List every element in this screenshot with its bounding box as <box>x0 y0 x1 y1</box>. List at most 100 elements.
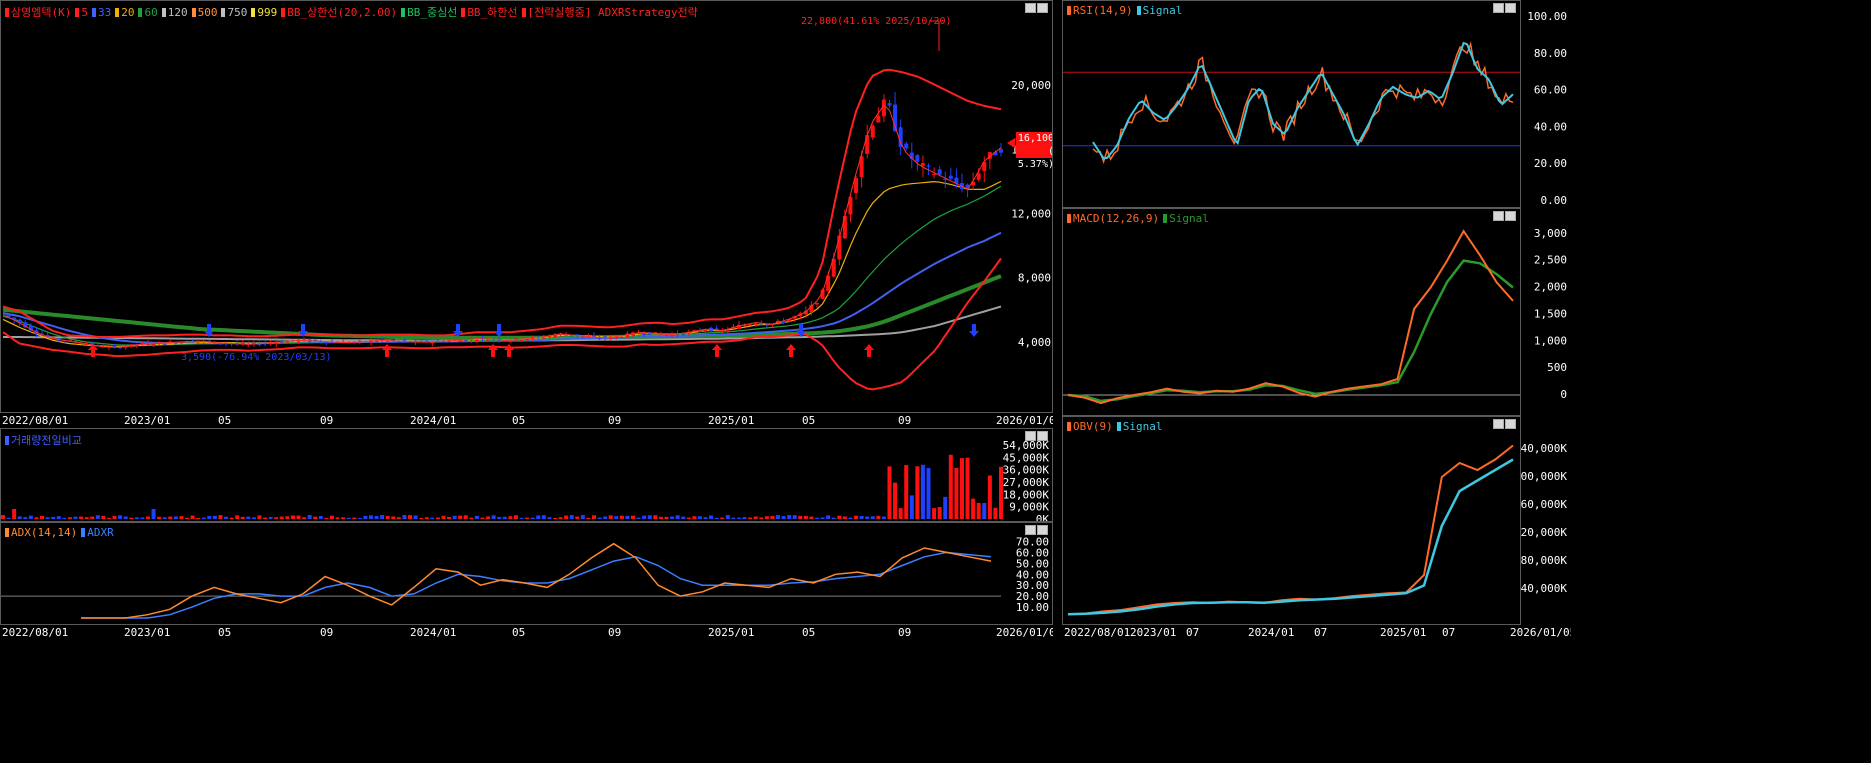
volume-bar <box>697 516 702 519</box>
close-icon[interactable] <box>1505 211 1516 221</box>
candle-body <box>441 341 446 343</box>
legend-swatch <box>191 8 196 17</box>
volume-pane[interactable]: 거래량전일비교 54,000K 45,000K 36,000K 27,000K 18,0… <box>0 428 1053 522</box>
price-chart-svg: 20,00016,00012,0008,0004,000 <box>2 20 1051 391</box>
volume-bar <box>385 515 390 519</box>
pane-controls <box>1492 211 1516 224</box>
volume-bar <box>591 515 596 519</box>
legend-label: Signal <box>1122 420 1163 433</box>
obv-chart-svg <box>1067 444 1514 616</box>
x-tick-label: 2026/01/05 <box>996 414 1053 427</box>
volume-bar <box>251 517 256 519</box>
obv-x-axis: 2022/08/01 2023/01 07 2024/01 07 2025/01 07 202… <box>1064 626 1571 639</box>
y-tick-label: 45,000K <box>1003 451 1050 464</box>
legend-label: 삼영엠텍(K) <box>11 6 72 19</box>
volume-bar <box>770 515 775 519</box>
volume-bar <box>45 517 50 519</box>
macd-pane[interactable]: MACD(12,26,9) Signal <box>1062 208 1521 416</box>
adx-pane[interactable]: ADX(14,14) ADXR 70.00 60.00 50.00 40.00 30.00… <box>0 522 1053 625</box>
y-tick-label: 1,500 <box>1534 307 1567 320</box>
volume-bar <box>926 468 931 519</box>
volume-bar <box>56 516 61 519</box>
legend-label: 120 <box>167 6 188 19</box>
volume-bar <box>898 508 903 519</box>
y-tick-label: 40.00 <box>1534 120 1567 133</box>
candle-body <box>218 343 223 345</box>
volume-bar <box>909 495 914 519</box>
x-tick-label: 09 <box>898 414 911 427</box>
legend-label: 20 <box>121 6 135 19</box>
minimize-icon[interactable] <box>1493 419 1504 429</box>
legend-label: ADXR <box>87 526 114 539</box>
adx-line <box>81 542 992 619</box>
candle-body <box>486 339 491 341</box>
volume-bar <box>904 465 909 519</box>
close-icon[interactable] <box>1505 3 1516 13</box>
volume-bar <box>642 515 647 519</box>
macd-chart-svg <box>1063 229 1520 405</box>
low-annotation: 3,590(-76.94% 2023/03/13) <box>181 352 332 363</box>
volume-bar <box>408 515 413 519</box>
volume-bar <box>536 515 541 519</box>
volume-bar <box>274 517 279 519</box>
candle-body <box>748 324 753 326</box>
volume-bar <box>201 517 206 519</box>
obv-pane[interactable]: OBV(9) Signal <box>1062 416 1521 625</box>
candle-body <box>474 340 479 342</box>
candle-body <box>642 333 647 335</box>
volume-bar <box>575 516 580 519</box>
close-icon[interactable] <box>1037 3 1048 13</box>
candle-body <box>881 99 886 117</box>
volume-bar <box>987 475 992 519</box>
volume-bar <box>625 515 630 519</box>
x-tick-label: 2022/08/01 <box>2 626 68 639</box>
minimize-icon[interactable] <box>1025 525 1036 535</box>
volume-bar <box>848 517 853 519</box>
macd-signal-line <box>1067 259 1514 403</box>
x-tick-label: 2024/01 <box>410 626 456 639</box>
volume-bar <box>809 516 814 519</box>
volume-bar <box>129 517 134 519</box>
price-chart-pane[interactable]: 삼영엠텍(K) 5 33 20 60 120 500 750 999 BB_상한선(20,2.00… <box>0 0 1053 413</box>
volume-bar <box>112 515 117 519</box>
minimize-icon[interactable] <box>1025 431 1036 441</box>
volume-bar <box>463 515 468 519</box>
close-icon[interactable] <box>1037 525 1048 535</box>
volume-bar <box>118 515 123 519</box>
close-icon[interactable] <box>1505 419 1516 429</box>
volume-bar <box>1 515 5 519</box>
legend-swatch <box>5 8 9 17</box>
volume-bar <box>40 515 45 519</box>
volume-bar <box>246 516 251 519</box>
rsi-pane[interactable]: RSI(14,9) Signal <box>1062 0 1521 208</box>
legend-swatch <box>1067 214 1071 223</box>
volume-bar <box>424 517 429 519</box>
minimize-icon[interactable] <box>1493 211 1504 221</box>
volume-bar <box>597 517 602 519</box>
volume-bar <box>296 515 301 519</box>
legend-swatch <box>461 8 466 17</box>
close-icon[interactable] <box>1037 431 1048 441</box>
volume-chart-svg: 54,000K45,000K36,000K27,000K18,000K9,000… <box>1 439 1050 521</box>
y-tick-label: 120,000K <box>1521 526 1567 539</box>
volume-bar <box>792 515 797 519</box>
x-tick-label: 05 <box>512 414 525 427</box>
volume-bar <box>329 515 334 519</box>
legend-swatch <box>1067 422 1071 431</box>
volume-bar <box>971 498 976 519</box>
volume-bar <box>474 515 479 519</box>
pane-controls <box>1492 3 1516 16</box>
minimize-icon[interactable] <box>1025 3 1036 13</box>
legend-label: MACD(12,26,9) <box>1073 212 1160 225</box>
legend-label: [전략실행중] ADXRStrategy전략 <box>527 6 698 19</box>
volume-bar <box>709 515 714 519</box>
candle-body <box>703 329 708 331</box>
volume-bar <box>435 517 440 519</box>
minimize-icon[interactable] <box>1493 3 1504 13</box>
candle-body <box>541 337 546 339</box>
volume-bar <box>530 517 535 519</box>
x-tick-label: 2025/01 <box>1380 626 1426 639</box>
volume-bar <box>703 517 708 519</box>
pane-controls <box>1024 525 1048 538</box>
volume-bar <box>268 516 273 519</box>
